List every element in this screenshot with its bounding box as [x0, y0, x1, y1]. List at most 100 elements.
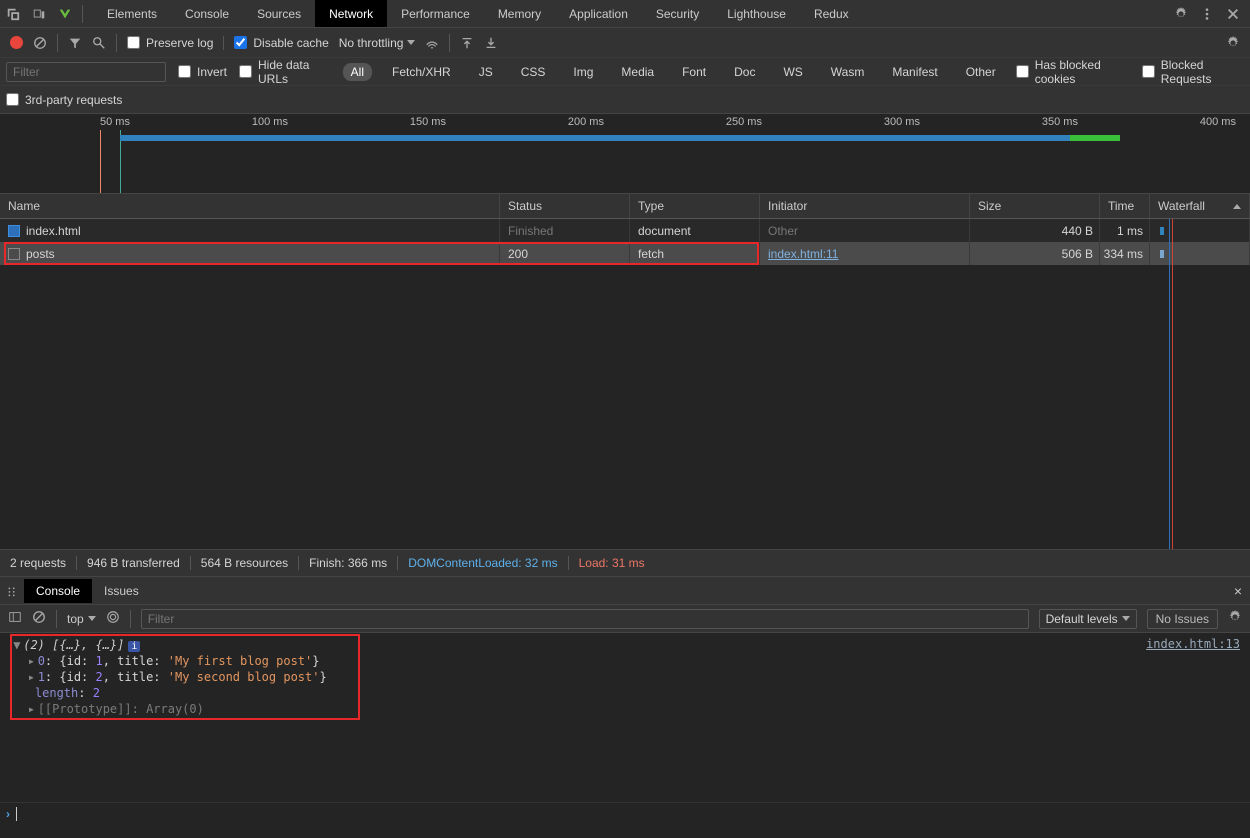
more-icon[interactable] — [1194, 0, 1220, 28]
console-property[interactable]: length: 2 — [6, 685, 1244, 701]
console-array-item[interactable]: ▸0: {id: 1, title: 'My first blog post'} — [6, 653, 1244, 669]
filter-pill-wasm[interactable]: Wasm — [823, 63, 873, 81]
filter-pill-manifest[interactable]: Manifest — [884, 63, 945, 81]
blocked-requests-checkbox[interactable]: Blocked Requests — [1142, 58, 1244, 86]
requests-table-header: NameStatusTypeInitiatorSizeTimeWaterfall — [0, 194, 1250, 219]
filter-pill-other[interactable]: Other — [958, 63, 1004, 81]
network-conditions-icon[interactable] — [425, 36, 439, 50]
object-summary: (2) [{…}, {…}] — [23, 638, 124, 652]
no-issues-button[interactable]: No Issues — [1147, 609, 1218, 629]
obj-num: 2 — [96, 670, 103, 684]
timeline-request-bar — [120, 135, 1120, 141]
tab-redux[interactable]: Redux — [800, 0, 863, 27]
third-party-checkbox[interactable]: 3rd-party requests — [6, 93, 122, 107]
tab-security[interactable]: Security — [642, 0, 713, 27]
timeline-overview[interactable]: 50 ms100 ms150 ms200 ms250 ms300 ms350 m… — [0, 114, 1250, 194]
request-row[interactable]: index.htmlFinisheddocumentOther440 B1 ms — [0, 219, 1250, 242]
tab-sources[interactable]: Sources — [243, 0, 315, 27]
info-badge[interactable]: i — [128, 641, 140, 652]
column-header-waterfall[interactable]: Waterfall — [1150, 194, 1250, 218]
console-sidebar-icon[interactable] — [8, 610, 22, 627]
console-clear-icon[interactable] — [32, 610, 46, 627]
timeline-tick: 50 ms — [100, 116, 130, 128]
filter-input[interactable] — [6, 62, 166, 82]
network-settings-icon[interactable] — [1226, 36, 1240, 50]
inspect-icon[interactable] — [0, 0, 26, 28]
tab-performance[interactable]: Performance — [387, 0, 484, 27]
filter-pill-img[interactable]: Img — [565, 63, 601, 81]
filter-pill-fetch-xhr[interactable]: Fetch/XHR — [384, 63, 459, 81]
filter-pill-css[interactable]: CSS — [513, 63, 554, 81]
drawer-tab-console[interactable]: Console — [24, 579, 92, 603]
console-prompt[interactable]: › — [0, 803, 1250, 825]
cell-type: document — [630, 219, 760, 242]
obj-str: 'My second blog post' — [168, 670, 320, 684]
timeline-tick: 400 ms — [1200, 116, 1236, 128]
timeline-tick: 250 ms — [726, 116, 762, 128]
column-header-initiator[interactable]: Initiator — [760, 194, 970, 218]
console-source-link[interactable]: index.html:13 — [1146, 637, 1240, 651]
request-row[interactable]: posts200fetchindex.html:11506 B334 ms — [0, 242, 1250, 265]
close-devtools-icon[interactable] — [1220, 0, 1246, 28]
cell-status: 200 — [500, 242, 630, 265]
hide-data-urls-checkbox[interactable]: Hide data URLs — [239, 58, 331, 86]
cell-initiator[interactable]: index.html:11 — [760, 242, 970, 265]
preserve-log-checkbox[interactable]: Preserve log — [127, 36, 213, 50]
column-header-time[interactable]: Time — [1100, 194, 1150, 218]
cell-name: index.html — [0, 219, 500, 242]
requests-table-body: index.htmlFinisheddocumentOther440 B1 ms… — [0, 219, 1250, 549]
obj-text: {id: — [59, 654, 95, 668]
filter-pill-media[interactable]: Media — [613, 63, 662, 81]
column-header-size[interactable]: Size — [970, 194, 1100, 218]
vue-devtools-icon[interactable] — [52, 0, 78, 28]
column-header-name[interactable]: Name — [0, 194, 500, 218]
tab-memory[interactable]: Memory — [484, 0, 555, 27]
drawer-close-icon[interactable]: × — [1226, 583, 1250, 599]
console-filter-input[interactable] — [141, 609, 1029, 629]
tab-lighthouse[interactable]: Lighthouse — [713, 0, 800, 27]
console-toolbar: top Default levels No Issues — [0, 605, 1250, 633]
tab-console[interactable]: Console — [171, 0, 243, 27]
preserve-log-label: Preserve log — [146, 36, 213, 50]
column-header-type[interactable]: Type — [630, 194, 760, 218]
network-statusbar: 2 requests 946 B transferred 564 B resou… — [0, 549, 1250, 577]
cell-type: fetch — [630, 242, 760, 265]
clear-icon[interactable] — [33, 36, 47, 50]
console-object-header[interactable]: ▼(2) [{…}, {…}]i — [6, 637, 1244, 653]
blocked-cookies-checkbox[interactable]: Has blocked cookies — [1016, 58, 1130, 86]
console-array-item[interactable]: ▸1: {id: 2, title: 'My second blog post'… — [6, 669, 1244, 685]
throttling-select[interactable]: No throttling — [339, 36, 416, 50]
console-settings-icon[interactable] — [1228, 610, 1242, 627]
status-requests: 2 requests — [10, 556, 66, 570]
settings-icon[interactable] — [1168, 0, 1194, 28]
timeline-tick: 300 ms — [884, 116, 920, 128]
column-header-status[interactable]: Status — [500, 194, 630, 218]
record-button[interactable] — [10, 36, 23, 49]
disable-cache-checkbox[interactable]: Disable cache — [223, 36, 328, 50]
network-toolbar: Preserve log Disable cache No throttling — [0, 28, 1250, 58]
import-har-icon[interactable] — [460, 36, 474, 50]
drawer-tab-issues[interactable]: Issues — [92, 579, 151, 603]
prop-val: 2 — [93, 686, 100, 700]
tab-network[interactable]: Network — [315, 0, 387, 27]
device-toggle-icon[interactable] — [26, 0, 52, 28]
context-select[interactable]: top — [67, 612, 96, 626]
drawer-handle-icon[interactable] — [0, 584, 24, 598]
search-icon[interactable] — [92, 36, 106, 50]
filter-pill-all[interactable]: All — [343, 63, 372, 81]
filter-pill-doc[interactable]: Doc — [726, 63, 763, 81]
export-har-icon[interactable] — [484, 36, 498, 50]
invert-label: Invert — [197, 65, 227, 79]
console-prototype[interactable]: ▸[[Prototype]]: Array(0) — [6, 701, 1244, 717]
filter-pill-js[interactable]: JS — [471, 63, 501, 81]
tab-application[interactable]: Application — [555, 0, 642, 27]
filter-pill-ws[interactable]: WS — [775, 63, 810, 81]
filter-icon[interactable] — [68, 36, 82, 50]
cell-size: 506 B — [970, 242, 1100, 265]
invert-checkbox[interactable]: Invert — [178, 65, 227, 79]
live-expression-icon[interactable] — [106, 610, 120, 627]
tab-elements[interactable]: Elements — [93, 0, 171, 27]
panel-tabs: ElementsConsoleSourcesNetworkPerformance… — [93, 0, 863, 27]
filter-pill-font[interactable]: Font — [674, 63, 714, 81]
log-levels-select[interactable]: Default levels — [1039, 609, 1137, 629]
